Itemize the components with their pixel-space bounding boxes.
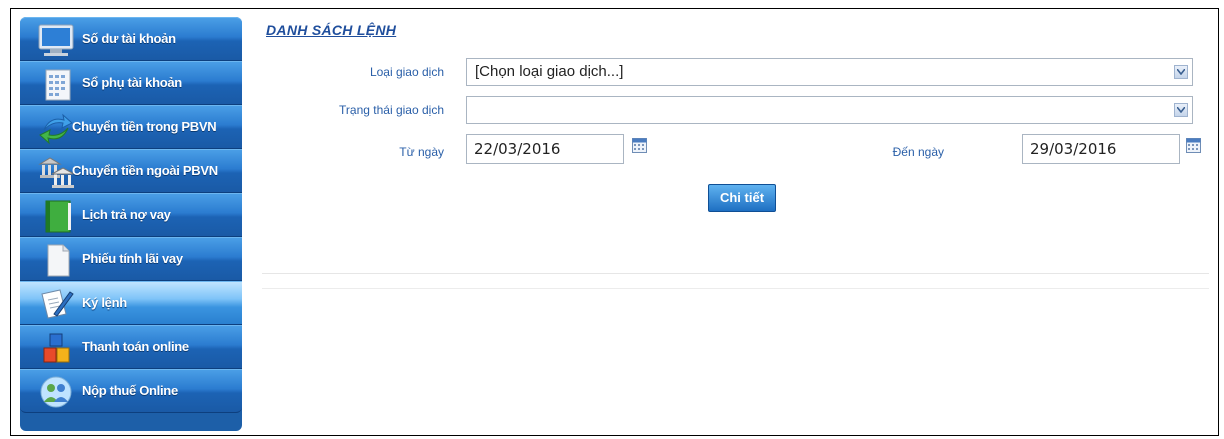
page-title: DANH SÁCH LỆNH	[266, 22, 397, 38]
sign-pen-icon	[41, 289, 74, 319]
transaction-status-select[interactable]	[466, 96, 1193, 124]
sidebar-item-internal-transfer[interactable]: Chuyển tiền trong PBVN	[20, 105, 242, 149]
calendar-icon[interactable]	[1186, 138, 1201, 153]
sidebar-item-label: Ký lệnh	[82, 295, 127, 310]
from-date-label: Từ ngày	[399, 145, 444, 159]
to-date-input[interactable]: 29/03/2016	[1022, 134, 1180, 164]
to-date-label: Đến ngày	[892, 145, 944, 159]
sidebar-item-external-transfer[interactable]: Chuyển tiền ngoài PBVN	[20, 149, 242, 193]
transaction-type-label: Loại giao dịch	[369, 65, 444, 79]
calendar-grid-icon	[45, 69, 71, 101]
sidebar-item-label: Nộp thuế Online	[82, 383, 178, 398]
transfer-arrows-icon	[39, 113, 73, 145]
document-icon	[47, 244, 70, 277]
to-date-value: 29/03/2016	[1030, 140, 1117, 158]
transaction-type-select[interactable]: [Chọn loại giao dịch...]	[466, 58, 1193, 86]
sidebar-item-sign-order[interactable]: Ký lệnh	[20, 281, 242, 325]
divider	[262, 273, 1209, 274]
sidebar-item-tax-online[interactable]: Nộp thuế Online	[20, 369, 242, 413]
sidebar-item-label: Số dư tài khoản	[82, 31, 176, 46]
monitor-icon	[38, 24, 74, 56]
sidebar-item-label: Sổ phụ tài khoản	[82, 75, 182, 90]
colored-blocks-icon	[43, 333, 70, 363]
detail-button[interactable]: Chi tiết	[708, 184, 776, 212]
calendar-icon[interactable]	[632, 138, 647, 153]
from-date-value: 22/03/2016	[474, 140, 561, 158]
sidebar-item-label: Lịch trả nợ vay	[82, 207, 171, 222]
transaction-type-value: [Chọn loại giao dịch...]	[475, 63, 624, 80]
sidebar-item-label: Chuyển tiền trong PBVN	[72, 119, 217, 134]
sidebar-item-interest-sheet[interactable]: Phiếu tính lãi vay	[20, 237, 242, 281]
divider	[262, 288, 1209, 289]
sidebar-item-loan-schedule[interactable]: Lịch trả nợ vay	[20, 193, 242, 237]
green-book-icon	[45, 200, 71, 233]
sidebar-item-label: Phiếu tính lãi vay	[82, 251, 183, 266]
sidebar-item-account-balance[interactable]: Số dư tài khoản	[20, 17, 242, 61]
chevron-down-icon[interactable]	[1174, 65, 1188, 79]
sidebar-item-label: Chuyển tiền ngoài PBVN	[72, 163, 218, 178]
sidebar-item-label: Thanh toán online	[82, 339, 189, 354]
bank-building-icon	[38, 157, 75, 188]
sidebar-nav: Số dư tài khoản Sổ phụ tài khoản Chuyển …	[20, 17, 242, 431]
from-date-input[interactable]: 22/03/2016	[466, 134, 624, 164]
chevron-down-icon[interactable]	[1174, 103, 1188, 117]
sidebar-item-online-payment[interactable]: Thanh toán online	[20, 325, 242, 369]
transaction-status-label: Trạng thái giao dịch	[339, 103, 444, 117]
users-globe-icon	[40, 376, 72, 408]
sidebar-item-account-statement[interactable]: Sổ phụ tài khoản	[20, 61, 242, 105]
